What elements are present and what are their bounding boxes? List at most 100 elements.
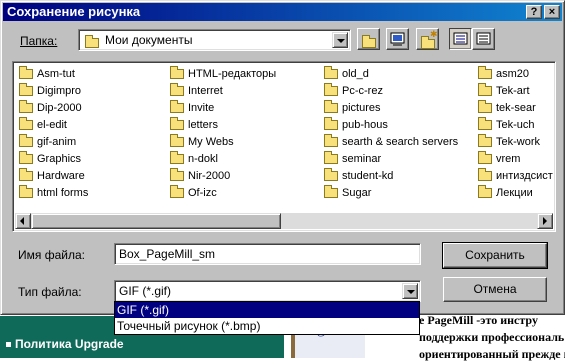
folder-item[interactable]: Pc-c-rez	[324, 83, 458, 100]
folder-item[interactable]: Dip-2000	[19, 100, 88, 117]
scroll-left-button[interactable]	[15, 213, 31, 229]
folder-item[interactable]: letters	[170, 117, 276, 134]
cancel-button[interactable]: Отмена	[443, 277, 547, 302]
desktop-button[interactable]	[386, 28, 409, 50]
details-view-icon	[476, 32, 491, 45]
close-button[interactable]: ×	[544, 5, 560, 19]
list-view-button[interactable]	[449, 28, 472, 50]
up-folder-icon	[362, 34, 376, 49]
folder-item[interactable]: Digimpro	[19, 83, 88, 100]
folder-icon	[478, 168, 492, 182]
list-view-icon	[453, 32, 468, 45]
filetype-option-bmp[interactable]: Точечный рисунок (*.bmp)	[115, 318, 419, 334]
folder-item[interactable]: Of-izc	[170, 185, 276, 202]
folder-item[interactable]: gif-anim	[19, 134, 88, 151]
web-article-text: e PageMill -это инстру поддержки професс…	[419, 313, 565, 361]
new-folder-button[interactable]: ✱	[416, 28, 439, 50]
file-column-3: old_d Pc-c-rez pictures pub-hous searth …	[324, 66, 458, 202]
folder-item[interactable]: seminar	[324, 151, 458, 168]
folder-item[interactable]: Interret	[170, 83, 276, 100]
folder-icon	[478, 151, 492, 165]
folder-item[interactable]: vrem	[478, 151, 555, 168]
folder-item[interactable]: Tek-art	[478, 83, 555, 100]
folder-icon	[170, 117, 184, 131]
folder-combo[interactable]: Мои документы	[78, 29, 351, 51]
scroll-right-button[interactable]	[537, 213, 553, 229]
folder-item[interactable]: Лекции	[478, 185, 555, 202]
details-view-button[interactable]	[472, 28, 495, 50]
folder-item[interactable]: My Webs	[170, 134, 276, 151]
folder-icon	[324, 185, 338, 199]
folder-icon	[324, 100, 338, 114]
filetype-value: GIF (*.gif)	[119, 284, 172, 298]
folder-icon	[170, 168, 184, 182]
desktop-icon	[390, 32, 405, 46]
horizontal-scrollbar[interactable]	[15, 213, 553, 229]
dialog-title: Сохранение рисунка	[7, 4, 141, 19]
folder-item[interactable]: интиздсист	[478, 168, 555, 185]
folder-icon	[478, 185, 492, 199]
folder-item[interactable]: Tek-work	[478, 134, 555, 151]
file-list[interactable]: Asm-tut Digimpro Dip-2000 el-edit gif-an…	[12, 61, 556, 232]
folder-icon	[170, 83, 184, 97]
folder-icon	[478, 100, 492, 114]
folder-icon	[478, 66, 492, 80]
folder-item[interactable]: Graphics	[19, 151, 88, 168]
folder-icon	[19, 117, 33, 131]
folder-icon	[19, 66, 33, 80]
help-button[interactable]: ?	[526, 5, 542, 19]
folder-icon	[19, 100, 33, 114]
folder-icon	[170, 100, 184, 114]
bullet-icon	[6, 342, 11, 348]
folder-icon	[478, 134, 492, 148]
folder-icon	[19, 168, 33, 182]
folder-item[interactable]: Hardware	[19, 168, 88, 185]
folder-item[interactable]: asm20	[478, 66, 555, 83]
folder-icon	[85, 34, 99, 49]
folder-icon	[324, 83, 338, 97]
folder-item[interactable]: old_d	[324, 66, 458, 83]
filename-label: Имя файла:	[18, 248, 85, 262]
folder-item[interactable]: pub-hous	[324, 117, 458, 134]
filetype-dropdown-button[interactable]	[402, 283, 418, 299]
folder-icon	[324, 168, 338, 182]
folder-icon	[170, 151, 184, 165]
folder-icon	[19, 151, 33, 165]
filetype-dropdown-list[interactable]: GIF (*.gif) Точечный рисунок (*.bmp)	[114, 301, 420, 335]
folder-icon	[170, 66, 184, 80]
folder-dropdown-button[interactable]	[332, 32, 348, 48]
folder-item[interactable]: n-dokl	[170, 151, 276, 168]
save-button[interactable]: Сохранить	[442, 242, 548, 269]
file-column-2: HTML-редакторы Interret Invite letters M…	[170, 66, 276, 202]
folder-item[interactable]: el-edit	[19, 117, 88, 134]
folder-icon	[324, 151, 338, 165]
save-picture-dialog: Сохранение рисунка ? × Папка: Мои докуме…	[0, 0, 565, 315]
folder-icon	[324, 134, 338, 148]
folder-item[interactable]: HTML-редакторы	[170, 66, 276, 83]
file-column-1: Asm-tut Digimpro Dip-2000 el-edit gif-an…	[19, 66, 88, 202]
folder-icon	[478, 117, 492, 131]
filetype-option-gif[interactable]: GIF (*.gif)	[115, 302, 419, 318]
folder-item[interactable]: student-kd	[324, 168, 458, 185]
folder-label: Папка:	[20, 34, 58, 48]
filetype-label: Тип файла:	[18, 285, 82, 299]
filetype-combo[interactable]: GIF (*.gif)	[114, 280, 421, 302]
folder-item[interactable]: tek-sear	[478, 100, 555, 117]
folder-item[interactable]: Invite	[170, 100, 276, 117]
folder-item[interactable]: Tek-uch	[478, 117, 555, 134]
folder-item[interactable]: pictures	[324, 100, 458, 117]
web-nav-item[interactable]: Политика Upgrade	[6, 337, 124, 351]
folder-item[interactable]: Nir-2000	[170, 168, 276, 185]
scroll-thumb[interactable]	[31, 213, 281, 229]
folder-icon	[19, 83, 33, 97]
title-bar[interactable]: Сохранение рисунка ? ×	[3, 3, 562, 21]
folder-icon	[170, 134, 184, 148]
file-column-4: asm20 Tek-art tek-sear Tek-uch Tek-work …	[478, 66, 555, 202]
folder-item[interactable]: Sugar	[324, 185, 458, 202]
folder-item[interactable]: html forms	[19, 185, 88, 202]
folder-item[interactable]: Asm-tut	[19, 66, 88, 83]
filename-field[interactable]: Box_PageMill_sm	[114, 243, 421, 265]
up-folder-button[interactable]	[357, 28, 380, 50]
folder-icon	[19, 185, 33, 199]
folder-item[interactable]: searth & search servers	[324, 134, 458, 151]
